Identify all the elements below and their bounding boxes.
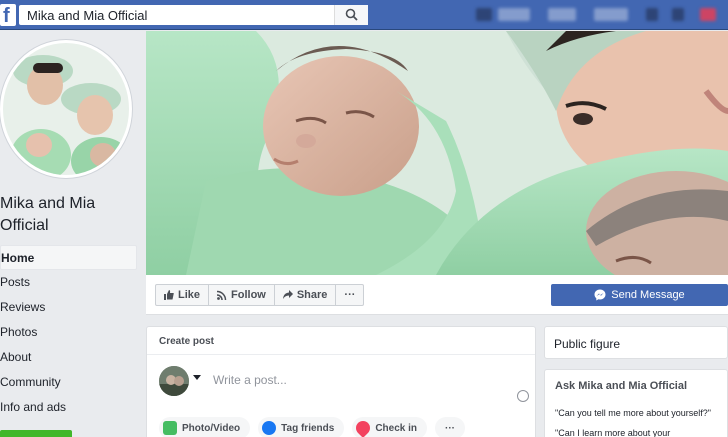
follow-button[interactable]: Follow <box>209 285 275 305</box>
nav-item-info-and-ads[interactable]: Info and ads <box>0 395 137 420</box>
avatar[interactable] <box>159 366 189 396</box>
composer-tools: Photo/Video Tag friends Check in ··· <box>159 417 465 437</box>
create-link-blurred[interactable] <box>594 8 628 21</box>
check-in-label: Check in <box>375 422 417 434</box>
create-page-button[interactable] <box>0 430 72 437</box>
share-label: Share <box>296 289 328 301</box>
search-input[interactable]: Mika and Mia Official <box>19 5 368 25</box>
like-label: Like <box>178 289 201 301</box>
page-action-bar: Like Follow Share ··· Send Message <box>146 275 728 315</box>
more-options-button[interactable]: ··· <box>336 285 363 305</box>
page-category-card: Public figure <box>544 326 728 359</box>
check-in-button[interactable]: Check in <box>352 417 427 437</box>
search-input-value: Mika and Mia Official <box>27 8 148 23</box>
avatar-image <box>159 366 189 396</box>
follow-label: Follow <box>231 289 266 301</box>
profile-name-blurred[interactable] <box>498 8 530 21</box>
share-arrow-icon <box>282 290 293 299</box>
thumbs-up-icon <box>164 290 174 300</box>
home-link-blurred[interactable] <box>548 8 576 21</box>
profile-picture[interactable] <box>0 40 132 178</box>
more-tools-button[interactable]: ··· <box>435 417 465 437</box>
nav-item-home[interactable]: Home <box>0 245 137 270</box>
send-message-button[interactable]: Send Message <box>551 284 728 306</box>
tag-friends-button[interactable]: Tag friends <box>258 417 345 437</box>
facebook-logo-icon[interactable]: f <box>0 4 16 27</box>
page-actions-group: Like Follow Share ··· <box>155 284 365 306</box>
photo-video-button[interactable]: Photo/Video <box>159 417 251 437</box>
nav-item-reviews[interactable]: Reviews <box>0 295 137 320</box>
nav-item-photos[interactable]: Photos <box>0 320 137 345</box>
suggested-question[interactable]: "Can you tell me more about yourself?" <box>555 408 711 418</box>
messenger-icon <box>594 289 606 301</box>
search-icon <box>345 8 358 21</box>
messages-icon-blurred[interactable] <box>672 8 684 21</box>
post-composer-input[interactable]: Write a post... <box>213 373 287 387</box>
identity-dropdown-caret-icon[interactable] <box>193 375 201 380</box>
share-button[interactable]: Share <box>275 285 337 305</box>
page-category[interactable]: Public figure <box>554 337 620 351</box>
nav-item-community[interactable]: Community <box>0 370 137 395</box>
more-tools-icon: ··· <box>445 422 455 434</box>
photo-video-label: Photo/Video <box>182 422 241 434</box>
profile-photo-image <box>3 43 129 175</box>
friends-icon-blurred[interactable] <box>646 8 658 21</box>
cover-photo[interactable] <box>146 31 728 275</box>
ask-page-card: Ask Mika and Mia Official "Can you tell … <box>544 369 728 437</box>
suggested-question[interactable]: "Can I learn more about your <box>555 428 670 437</box>
divider <box>147 354 535 355</box>
create-post-title: Create post <box>159 336 215 347</box>
top-navigation-bar: f Mika and Mia Official <box>0 0 728 30</box>
notifications-icon-blurred[interactable] <box>700 8 716 21</box>
photo-icon <box>163 421 177 435</box>
page-navigation: Home Posts Reviews Photos About Communit… <box>0 245 137 420</box>
like-button[interactable]: Like <box>156 285 210 305</box>
nav-item-about[interactable]: About <box>0 345 137 370</box>
emoji-icon[interactable] <box>517 390 529 402</box>
ask-page-title: Ask Mika and Mia Official <box>555 380 688 392</box>
profile-avatar-blurred[interactable] <box>476 8 492 21</box>
nav-item-posts[interactable]: Posts <box>0 270 137 295</box>
more-options-icon: ··· <box>344 289 356 301</box>
tag-friends-icon <box>262 421 277 435</box>
create-post-card: Create post Write a post... Photo/Video … <box>146 326 536 437</box>
page-name[interactable]: Mika and Mia Official <box>0 193 140 237</box>
cover-photo-image <box>146 31 728 275</box>
send-message-label: Send Message <box>611 289 685 301</box>
search-button[interactable] <box>334 5 368 25</box>
tag-friends-label: Tag friends <box>281 422 335 434</box>
location-pin-icon <box>353 418 374 437</box>
rss-follow-icon <box>217 290 227 300</box>
